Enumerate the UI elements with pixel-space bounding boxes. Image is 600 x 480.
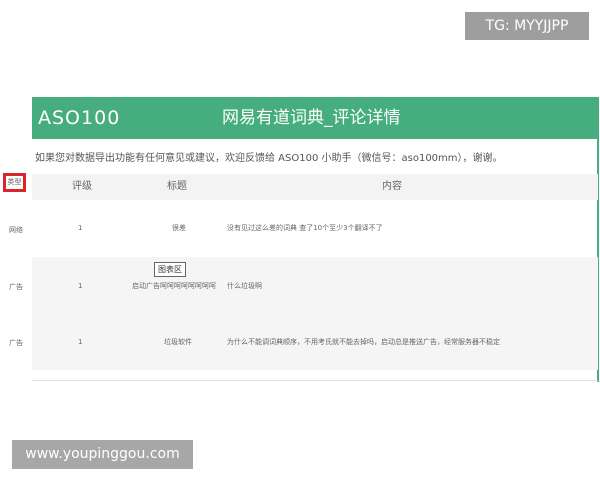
row-content: 没有见过这么差的词典 查了10个至少3个翻译不了 (227, 224, 383, 232)
table-row: 1 很差 没有见过这么差的词典 查了10个至少3个翻译不了 (32, 200, 598, 256)
table-row: 1 启动广告呵呵呵呵呵呵呵呵 什么垃圾啊 (32, 257, 598, 314)
row-type: 广告 (9, 283, 23, 291)
row-rating: 1 (78, 281, 83, 290)
table-header: 评级 标题 内容 (32, 174, 598, 200)
chart-area-tooltip: 图表区 (154, 262, 186, 277)
row-content: 为什么不能调词典顺序，不用考氏就不能去掉吗，启动总是推送广告，经常服务器不稳定 (227, 338, 500, 346)
feedback-notice: 如果您对数据导出功能有任何意见或建议，欢迎反馈给 ASO100 小助手（微信号：… (35, 153, 503, 164)
report-header: ASO100 网易有道词典_评论详情 (32, 97, 598, 139)
table-row: 1 垃圾软件 为什么不能调词典顺序，不用考氏就不能去掉吗，启动总是推送广告，经常… (32, 314, 598, 370)
column-header-rating: 评级 (72, 181, 92, 192)
row-content: 什么垃圾啊 (227, 281, 262, 290)
row-title: 垃圾软件 (164, 338, 192, 346)
column-header-title: 标题 (167, 181, 187, 192)
row-rating: 1 (78, 338, 83, 346)
row-type: 广告 (9, 339, 23, 347)
type-column-header: 类型 (3, 173, 26, 192)
watermark-url: www.youpinggou.com (12, 440, 193, 469)
page-title: 网易有道词典_评论详情 (222, 108, 401, 128)
row-title: 很差 (172, 224, 186, 232)
column-header-content: 内容 (382, 181, 402, 192)
aso100-logo: ASO100 (38, 107, 121, 129)
row-type: 网络 (9, 226, 23, 234)
watermark-tg: TG: MYYJJPP (465, 12, 589, 40)
table-bottom-border (32, 380, 598, 381)
row-rating: 1 (78, 224, 83, 232)
